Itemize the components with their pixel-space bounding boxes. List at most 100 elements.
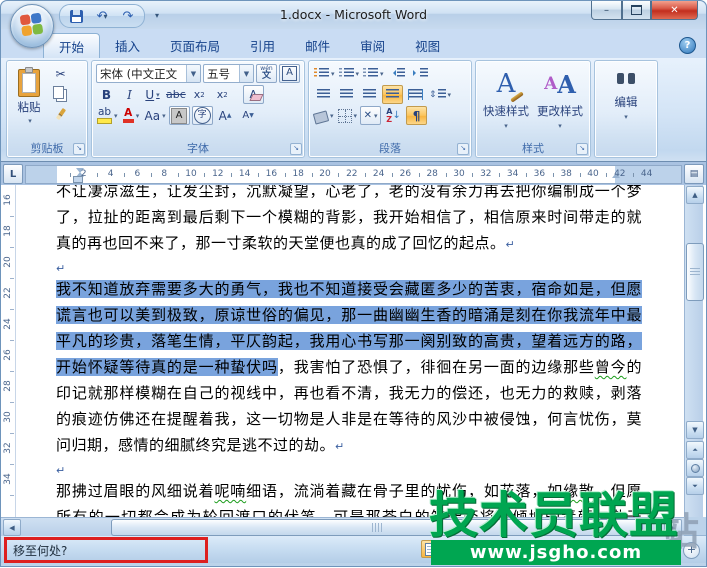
next-page-button[interactable]: ⏷ [686, 477, 704, 495]
office-button[interactable] [10, 4, 54, 48]
strikethrough-button[interactable]: abc [165, 85, 187, 104]
editing-dropdown-icon[interactable]: ▾ [624, 113, 628, 121]
bullets-dropdown-icon[interactable]: ▾ [331, 70, 335, 78]
horizontal-ruler[interactable]: 2468101214161820222426283032343638404244 [25, 165, 682, 184]
italic-button[interactable]: I [119, 85, 140, 104]
underline-button[interactable]: U▾ [142, 85, 163, 104]
multilevel-dropdown-icon[interactable]: ▾ [380, 70, 384, 78]
quick-styles-button[interactable]: A 快速样式 ▾ [480, 64, 532, 142]
tab-mailings[interactable]: 邮件 [290, 33, 345, 58]
document-text[interactable]: 不让凄凉滋生，让发尘封，沉默凝望，心老了，老的没有余力再去把你编制成一个梦了，拉… [56, 185, 642, 517]
tab-insert[interactable]: 插入 [100, 33, 155, 58]
paragraph[interactable]: 那拂过眉眼的风细说着呢喃细语，流淌着藏在骨子里的忧伤，如花落，如缘散，但愿所有的… [56, 478, 642, 517]
font-name-combo[interactable]: 宋体 (中文正文▼ [96, 64, 201, 83]
minimize-button[interactable]: – [591, 1, 622, 20]
character-shading-button[interactable]: A [169, 106, 190, 125]
bullets-button[interactable]: ▾ [313, 64, 336, 83]
paragraph[interactable]: ↵ [56, 460, 642, 478]
numbering-dropdown-icon[interactable]: ▾ [356, 70, 360, 78]
previous-page-button[interactable]: ⏶ [686, 441, 704, 459]
horizontal-scroll-thumb[interactable] [111, 519, 643, 536]
font-size-combo[interactable]: 五号▼ [203, 64, 254, 83]
browse-object-button[interactable] [686, 459, 704, 477]
draft-view-button[interactable] [481, 540, 500, 558]
numbering-button[interactable]: ▾ [338, 64, 361, 83]
zoom-in-button[interactable]: + [683, 542, 700, 559]
text-run[interactable]: ，我害怕了恐惧了，徘徊在另一面的边缘那些 [278, 358, 595, 376]
font-size-dropdown-icon[interactable]: ▼ [239, 65, 253, 82]
shading-button[interactable]: ▾ [313, 106, 335, 125]
align-center-button[interactable] [336, 85, 357, 104]
scroll-right-button[interactable]: ▶ [664, 519, 682, 536]
change-case-button[interactable]: Aa▾ [144, 106, 167, 125]
copy-button[interactable] [50, 84, 71, 103]
horizontal-scrollbar[interactable]: ◀ ▶ [1, 517, 684, 536]
format-painter-button[interactable] [50, 104, 71, 123]
close-button[interactable]: ✕ [651, 1, 698, 20]
tab-page-layout[interactable]: 页面布局 [155, 33, 235, 58]
vertical-ruler[interactable]: 16182022242628303234 [1, 185, 16, 517]
help-icon[interactable]: ? [679, 37, 696, 54]
text-run[interactable]: 那拂过眉眼的风细说着 [56, 482, 214, 500]
borders-dropdown-icon[interactable]: ▾ [354, 112, 358, 120]
vertical-scroll-thumb[interactable] [686, 243, 704, 301]
asian-layout-button[interactable]: ✕▾ [360, 106, 381, 125]
web-layout-view-button[interactable] [461, 540, 480, 558]
character-border-button[interactable]: A [279, 64, 300, 83]
asian-layout-dropdown-icon[interactable]: ▾ [374, 112, 378, 120]
change-styles-dropdown-icon[interactable]: ▾ [558, 122, 562, 130]
font-color-dropdown-icon[interactable]: ▾ [136, 112, 140, 120]
change-case-dropdown-icon[interactable]: ▾ [162, 112, 166, 120]
text-run[interactable]: 细语，流淌着藏在骨子里的忧伤，如花落， [246, 482, 547, 500]
fullscreen-reading-view-button[interactable] [441, 540, 460, 558]
sort-button[interactable]: AZ↓ [383, 106, 404, 125]
text-run[interactable]: 呢喃 [214, 482, 246, 500]
vertical-scrollbar[interactable]: ▲ ▼ ⏶ ⏷ [684, 185, 703, 517]
multilevel-list-button[interactable]: ▾ [362, 64, 385, 83]
maximize-button[interactable] [622, 1, 651, 20]
title-bar[interactable]: 1.docx - Microsoft Word ↶▾ ↷ ▾ – ✕ [1, 1, 706, 29]
distribute-button[interactable] [405, 85, 426, 104]
tab-references[interactable]: 引用 [235, 33, 290, 58]
styles-dialog-launcher-icon[interactable]: ↘ [576, 143, 588, 155]
tab-home[interactable]: 开始 [43, 33, 100, 58]
text-run[interactable]: 曾今 [595, 358, 627, 376]
tab-review[interactable]: 审阅 [345, 33, 400, 58]
ruler-toggle-button[interactable]: ▤ [684, 164, 704, 184]
clear-formatting-button[interactable]: A [243, 85, 264, 104]
decrease-indent-button[interactable] [387, 64, 408, 83]
paragraph[interactable]: ↵ [56, 258, 642, 276]
change-styles-button[interactable]: AA 更改样式 ▾ [534, 64, 586, 142]
underline-dropdown-icon[interactable]: ▾ [156, 91, 160, 99]
line-spacing-button[interactable]: ⇕▾ [428, 85, 452, 104]
grow-font-button[interactable]: A▲ [215, 106, 236, 125]
editing-button[interactable]: 编辑 ▾ [599, 64, 653, 157]
scroll-down-button[interactable]: ▼ [686, 421, 704, 439]
shading-dropdown-icon[interactable]: ▾ [330, 112, 334, 120]
borders-button[interactable]: ▾ [337, 106, 359, 125]
document-area[interactable]: 16182022242628303234 不让凄凉滋生，让发尘封，沉默凝望，心老… [1, 185, 706, 517]
phonetic-guide-button[interactable]: wén文 [256, 64, 277, 83]
save-button[interactable] [66, 7, 86, 25]
quick-styles-dropdown-icon[interactable]: ▾ [504, 122, 508, 130]
superscript-button[interactable]: x2 [212, 85, 233, 104]
scroll-up-button[interactable]: ▲ [686, 186, 704, 204]
text-run[interactable]: 如缘散 [547, 482, 595, 500]
increase-indent-button[interactable] [410, 64, 431, 83]
clipboard-dialog-launcher-icon[interactable]: ↘ [73, 143, 85, 155]
text-run[interactable]: 笔能 [431, 508, 464, 517]
redo-button[interactable]: ↷ [118, 7, 138, 25]
bold-button[interactable]: B [96, 85, 117, 104]
font-dialog-launcher-icon[interactable]: ↘ [290, 143, 302, 155]
customize-qat-button[interactable]: ▾ [149, 7, 165, 23]
paragraph[interactable]: 我不知道放弃需要多大的勇气，我也不知道接受会藏匿多少的苦衷，宿命如是，但愿谎言也… [56, 276, 642, 460]
cut-button[interactable]: ✂ [50, 64, 71, 83]
justify-button[interactable] [382, 85, 403, 104]
shrink-font-button[interactable]: A▼ [238, 106, 259, 125]
text-run[interactable]: 不让凄凉滋生，让发尘封，沉默凝望，心老了，老的没有余力再去把你编制成一个梦了，拉… [56, 185, 642, 252]
highlight-dropdown-icon[interactable]: ▾ [114, 112, 118, 120]
undo-button[interactable]: ↶▾ [92, 7, 112, 25]
align-right-button[interactable] [359, 85, 380, 104]
line-spacing-dropdown-icon[interactable]: ▾ [448, 91, 452, 99]
tab-view[interactable]: 视图 [400, 33, 455, 58]
